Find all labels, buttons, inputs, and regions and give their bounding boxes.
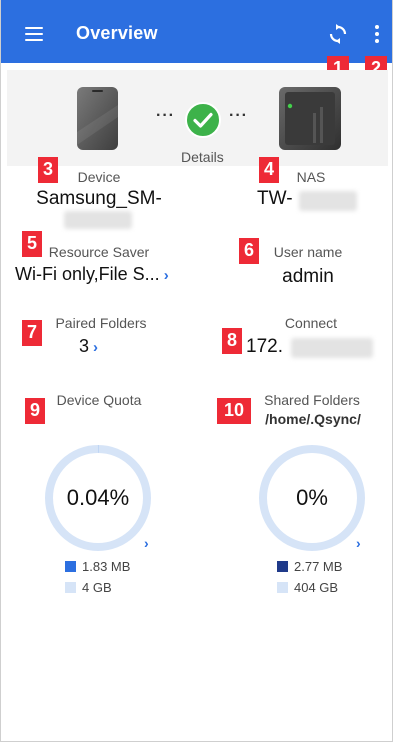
shared-folders-total: 404 GB — [277, 580, 338, 595]
phone-device-icon — [77, 87, 118, 150]
connect-value: 172. — [246, 336, 283, 357]
nas-device-icon — [279, 87, 341, 150]
paired-folders-count: 3 — [79, 336, 90, 356]
device-name: Samsung_SM- — [36, 188, 162, 209]
device-quota-label: Device Quota — [56, 392, 142, 408]
legend-swatch-used — [65, 561, 76, 572]
shared-folders-used-value: 2.77 MB — [294, 559, 343, 574]
shared-folders-path: /home/.Qsync/ — [265, 411, 361, 427]
shared-folders-total-value: 404 GB — [294, 580, 339, 595]
device-quota-total: 4 GB — [65, 580, 112, 595]
resource-saver-text: Wi-Fi only,File S... — [15, 264, 160, 284]
check-circle-icon[interactable] — [185, 102, 221, 138]
device-quota-used-value: 1.83 MB — [82, 559, 131, 574]
device-quota-used: 1.83 MB — [65, 559, 130, 574]
hamburger-menu-icon[interactable] — [25, 27, 43, 41]
shared-folders-chevron-icon[interactable]: › — [356, 535, 361, 551]
connect-value-redacted — [291, 338, 373, 358]
app-bar: Overview — [1, 0, 392, 63]
overview-screen: Overview 1 2 ··· ··· Details 3 Device Sa… — [0, 0, 393, 742]
nas-name-redacted — [299, 191, 357, 211]
badge-10: 10 — [217, 398, 251, 424]
nas-label: NAS — [296, 169, 326, 185]
chevron-right-icon[interactable]: › — [93, 339, 98, 356]
badge-9: 9 — [25, 398, 45, 424]
page-title: Overview — [76, 23, 158, 43]
paired-folders-value[interactable]: 3 › — [79, 336, 119, 357]
device-quota-percent: 0.04% — [66, 485, 130, 510]
device-quota-total-value: 4 GB — [82, 580, 112, 595]
device-name-redacted — [64, 211, 132, 229]
legend-swatch-used — [277, 561, 288, 572]
badge-7: 7 — [22, 320, 42, 346]
badge-6: 6 — [239, 238, 259, 264]
shared-folders-used: 2.77 MB — [277, 559, 342, 574]
legend-swatch-total — [65, 582, 76, 593]
shared-folders-percent: 0% — [296, 485, 328, 510]
device-quota-chevron-icon[interactable]: › — [144, 535, 149, 551]
paired-folders-label: Paired Folders — [55, 315, 147, 331]
badge-3: 3 — [38, 157, 58, 183]
more-vertical-icon[interactable] — [369, 22, 385, 46]
device-label: Device — [77, 169, 121, 185]
shared-folders-label: Shared Folders — [264, 392, 360, 408]
sync-icon[interactable] — [326, 22, 350, 46]
badge-8: 8 — [222, 328, 242, 354]
details-link[interactable]: Details — [181, 149, 224, 165]
user-name-value: admin — [282, 266, 334, 287]
resource-saver-label: Resource Saver — [48, 244, 150, 260]
chevron-right-icon[interactable]: › — [164, 267, 169, 284]
connect-label: Connect — [284, 315, 338, 331]
connection-dots-right: ··· — [229, 107, 248, 124]
user-name-label: User name — [273, 244, 343, 260]
connection-dots-left: ··· — [156, 107, 175, 124]
legend-swatch-total — [277, 582, 288, 593]
resource-saver-value[interactable]: Wi-Fi only,File S... › — [15, 264, 185, 285]
